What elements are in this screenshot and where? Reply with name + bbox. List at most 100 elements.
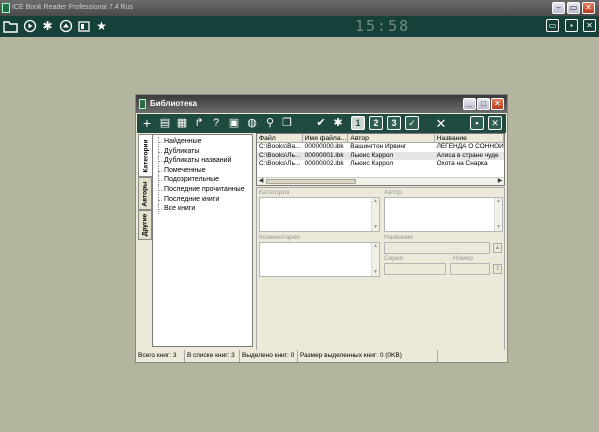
star-icon[interactable]: ★	[94, 19, 109, 34]
title-field[interactable]	[384, 242, 490, 254]
check-box-icon[interactable]: ✓	[405, 116, 419, 130]
tree-item[interactable]: Дубликаты названий	[153, 156, 252, 166]
panel-close-icon[interactable]: ✕	[488, 116, 502, 130]
vertical-tabs: Категории Авторы Другие	[138, 134, 152, 337]
table-header: Файл Имя файла... Автор Название	[257, 134, 504, 143]
library-icon[interactable]	[76, 19, 91, 34]
library-maximize-button[interactable]: □	[477, 98, 490, 110]
search-icon[interactable]: ⚲	[263, 116, 277, 131]
library-close-button[interactable]: ✕	[491, 98, 504, 110]
number-label: Номер	[453, 255, 474, 262]
library-minimize-button[interactable]: _	[463, 98, 476, 110]
tab-categories[interactable]: Категории	[138, 134, 152, 177]
app-toolbar: ✱ ★ 15:58 ▭ ▪ ✕	[0, 16, 599, 37]
table-cell: 00000001.ibk	[304, 151, 344, 159]
redo-icon[interactable]: ↱	[192, 116, 206, 131]
app-logo-icon	[2, 3, 10, 13]
tab-authors[interactable]: Авторы	[138, 177, 152, 210]
settings-icon[interactable]: ✱	[331, 116, 345, 131]
status-total: Всего книг: 3	[136, 350, 185, 362]
library-title-bar[interactable]: Библиотека _ □ ✕	[136, 95, 507, 113]
copy-icon[interactable]: ❐	[280, 116, 294, 131]
add-icon[interactable]: +	[140, 116, 154, 131]
column-header[interactable]: Имя файла...	[303, 134, 349, 142]
folder-icon[interactable]	[3, 19, 18, 34]
tree-item[interactable]: Подозрительные	[153, 175, 252, 185]
table-row[interactable]: C:\Books\Ва... 00000000.ibk Вашингтон Ир…	[257, 143, 504, 152]
view-1-button[interactable]: 1	[351, 116, 365, 130]
author-scrollbar[interactable]: ▲ ▼	[494, 198, 502, 231]
table-cell: Льюис Кэррол	[350, 151, 394, 159]
clock-display: 15:58	[355, 17, 411, 35]
status-bar: Всего книг: 3 В списке книг: 3 Выделено …	[136, 350, 507, 362]
library-logo-icon	[139, 99, 146, 109]
settings-icon[interactable]: ✱	[40, 19, 55, 34]
column-header[interactable]: Автор	[348, 134, 435, 142]
tree-item[interactable]: Помеченные	[153, 165, 252, 176]
scroll-left-icon[interactable]: ◀	[257, 178, 265, 185]
tab-authors-label: Авторы	[141, 180, 149, 207]
restore-icon[interactable]: ▪	[565, 19, 578, 32]
fullscreen-icon[interactable]: ▭	[546, 19, 559, 32]
status-selected: Выделено книг: 0	[240, 350, 298, 362]
column-header[interactable]: Название	[435, 134, 504, 142]
comments-field[interactable]: ▲ ▼	[259, 242, 380, 277]
category-label: Категория	[259, 189, 290, 196]
table-cell: C:\Books\Ль...	[259, 151, 301, 159]
scroll-thumb[interactable]	[266, 179, 356, 184]
panel-restore-icon[interactable]: ▪	[470, 116, 484, 130]
author-field[interactable]: ▲ ▼	[384, 197, 503, 232]
number-spin-icon[interactable]: ⇕	[493, 264, 502, 274]
app-title-bar: ICE Book Reader Professional 7.4 Rus – ▭…	[0, 0, 599, 16]
series-field[interactable]	[384, 263, 446, 275]
table-cell: Алиса в стране чуде	[436, 151, 499, 159]
tab-categories-label: Категории	[142, 138, 149, 173]
close-icon[interactable]: ✕	[434, 116, 448, 131]
view-2-button[interactable]: 2	[369, 116, 383, 130]
table-cell: 00000002.ibk	[304, 160, 344, 167]
series-label: Серия	[384, 255, 404, 262]
tree-item-selected[interactable]: Все книги	[153, 204, 252, 214]
check-icon[interactable]: ✔	[314, 116, 328, 131]
table-cell: ЛЕГЕНДА О СОННОЙ	[436, 143, 504, 150]
table-cell: C:\Books\Ва...	[259, 143, 301, 150]
sync-icon[interactable]	[58, 19, 73, 34]
horizontal-scrollbar[interactable]: ◀ ▶	[257, 177, 504, 185]
title-up-icon[interactable]: ▲	[493, 243, 502, 253]
folder-add-icon[interactable]: ▤	[158, 116, 172, 131]
table-cell: Льюис Кэррол	[350, 160, 394, 167]
status-in-list: В списке книг: 3	[185, 350, 240, 362]
category-tree: Найденные Дубликаты Дубликаты названий П…	[152, 134, 253, 347]
globe-icon[interactable]: ◍	[245, 116, 259, 131]
comments-label: Комментарии	[259, 234, 300, 241]
app-title: ICE Book Reader Professional 7.4 Rus	[12, 4, 134, 11]
table-row[interactable]: C:\Books\Ль... 00000001.ibk Льюис Кэррол…	[257, 151, 504, 160]
table-cell: C:\Books\Ль...	[259, 160, 301, 167]
column-header[interactable]: Файл	[257, 134, 303, 142]
tab-others[interactable]: Другие	[138, 210, 152, 240]
tree-item[interactable]: Найденные	[153, 137, 252, 147]
help-icon[interactable]: ?	[209, 116, 223, 131]
status-selected-size: Размер выделенных книг: 0 (0KB)	[298, 350, 438, 362]
table-row[interactable]: C:\Books\Ль... 00000002.ibk Льюис Кэррол…	[257, 160, 504, 169]
category-field[interactable]: ▲ ▼	[259, 197, 380, 232]
tree-item[interactable]: Дубликаты	[153, 146, 252, 157]
app-close-button[interactable]: ✕	[582, 2, 595, 14]
author-label: Автор	[384, 189, 402, 196]
category-scrollbar[interactable]: ▲ ▼	[371, 198, 379, 231]
notes-icon[interactable]: ▦	[175, 116, 189, 131]
tree-item[interactable]: Последние прочитанные	[153, 184, 252, 195]
books-table: Файл Имя файла... Автор Название C:\Book…	[256, 133, 505, 186]
number-field[interactable]	[450, 263, 490, 275]
save-icon[interactable]: ▣	[227, 116, 241, 131]
view-3-button[interactable]: 3	[387, 116, 401, 130]
close-icon[interactable]: ✕	[583, 19, 596, 32]
app-restore-button[interactable]: ▭	[567, 2, 580, 14]
tab-others-label: Другие	[141, 213, 149, 237]
comments-scrollbar[interactable]: ▲ ▼	[371, 243, 379, 276]
table-cell: 00000000.ibk	[304, 143, 344, 150]
scroll-right-icon[interactable]: ▶	[496, 178, 504, 185]
play-icon[interactable]	[22, 19, 37, 34]
app-minimize-button[interactable]: –	[552, 2, 565, 14]
tree-item[interactable]: Последние книги	[153, 194, 252, 205]
